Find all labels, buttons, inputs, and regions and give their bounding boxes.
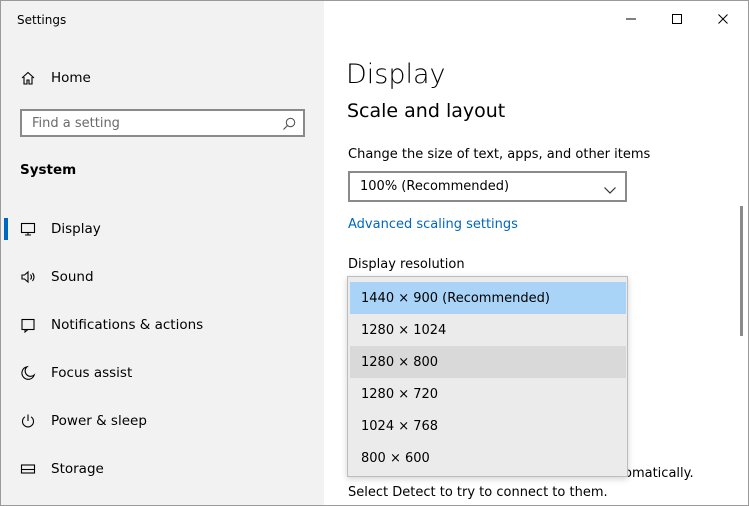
nav-item-power-sleep[interactable]: Power & sleep [1, 401, 324, 441]
page-title: Display [346, 59, 446, 90]
nav-item-notifications[interactable]: Notifications & actions [1, 305, 324, 345]
nav-item-focus-assist[interactable]: Focus assist [1, 353, 324, 393]
minimize-button[interactable] [621, 9, 641, 29]
monitor-icon [19, 220, 37, 238]
nav-item-display[interactable]: Display [1, 209, 324, 249]
notification-icon [19, 316, 37, 334]
resolution-dropdown-list[interactable]: 1440 × 900 (Recommended) 1280 × 1024 128… [347, 276, 628, 477]
resolution-option[interactable]: 1024 × 768 [350, 410, 626, 442]
maximize-button[interactable] [667, 9, 687, 29]
section-title: Scale and layout [347, 100, 506, 122]
moon-icon [19, 364, 37, 382]
search-icon [281, 116, 297, 132]
nav-item-storage[interactable]: Storage [1, 449, 324, 489]
bottom-text-line1: omatically. [624, 466, 694, 481]
resolution-option[interactable]: 1280 × 800 [350, 346, 626, 378]
resolution-label: Display resolution [348, 257, 465, 272]
settings-window: Settings Home Find a setting System Disp… [0, 0, 749, 506]
window-title: Settings [17, 13, 67, 27]
close-icon [718, 14, 728, 24]
home-icon [19, 69, 37, 87]
advanced-scaling-link[interactable]: Advanced scaling settings [348, 217, 518, 232]
resolution-option[interactable]: 1440 × 900 (Recommended) [350, 282, 626, 314]
nav-item-label: Notifications & actions [51, 317, 204, 333]
minimize-icon [626, 18, 636, 20]
close-button[interactable] [713, 9, 733, 29]
search-placeholder: Find a setting [32, 116, 120, 131]
scale-label: Change the size of text, apps, and other… [348, 147, 651, 162]
speaker-icon [19, 268, 37, 286]
nav-home-label: Home [51, 70, 91, 86]
scale-dropdown[interactable]: 100% (Recommended) [348, 171, 627, 202]
nav-item-sound[interactable]: Sound [1, 257, 324, 297]
storage-icon [19, 460, 37, 478]
nav-item-label: Display [51, 221, 101, 237]
maximize-icon [672, 14, 682, 24]
nav-item-label: Sound [51, 269, 94, 285]
resolution-option[interactable]: 1280 × 720 [350, 378, 626, 410]
resolution-option[interactable]: 800 × 600 [350, 442, 626, 474]
nav-item-label: Storage [51, 461, 104, 477]
scrollbar[interactable] [740, 206, 743, 336]
resolution-option[interactable]: 1280 × 1024 [350, 314, 626, 346]
nav-section-heading: System [20, 162, 77, 178]
nav-item-label: Focus assist [51, 365, 133, 381]
navigation-pane: Settings Home Find a setting System Disp… [1, 1, 324, 505]
search-input[interactable]: Find a setting [20, 109, 305, 137]
nav-home[interactable]: Home [19, 67, 91, 89]
nav-item-label: Power & sleep [51, 413, 147, 429]
bottom-text-line2: Select Detect to try to connect to them. [348, 485, 608, 500]
chevron-down-icon [603, 181, 617, 194]
power-icon [19, 412, 37, 430]
scale-value: 100% (Recommended) [360, 179, 510, 194]
